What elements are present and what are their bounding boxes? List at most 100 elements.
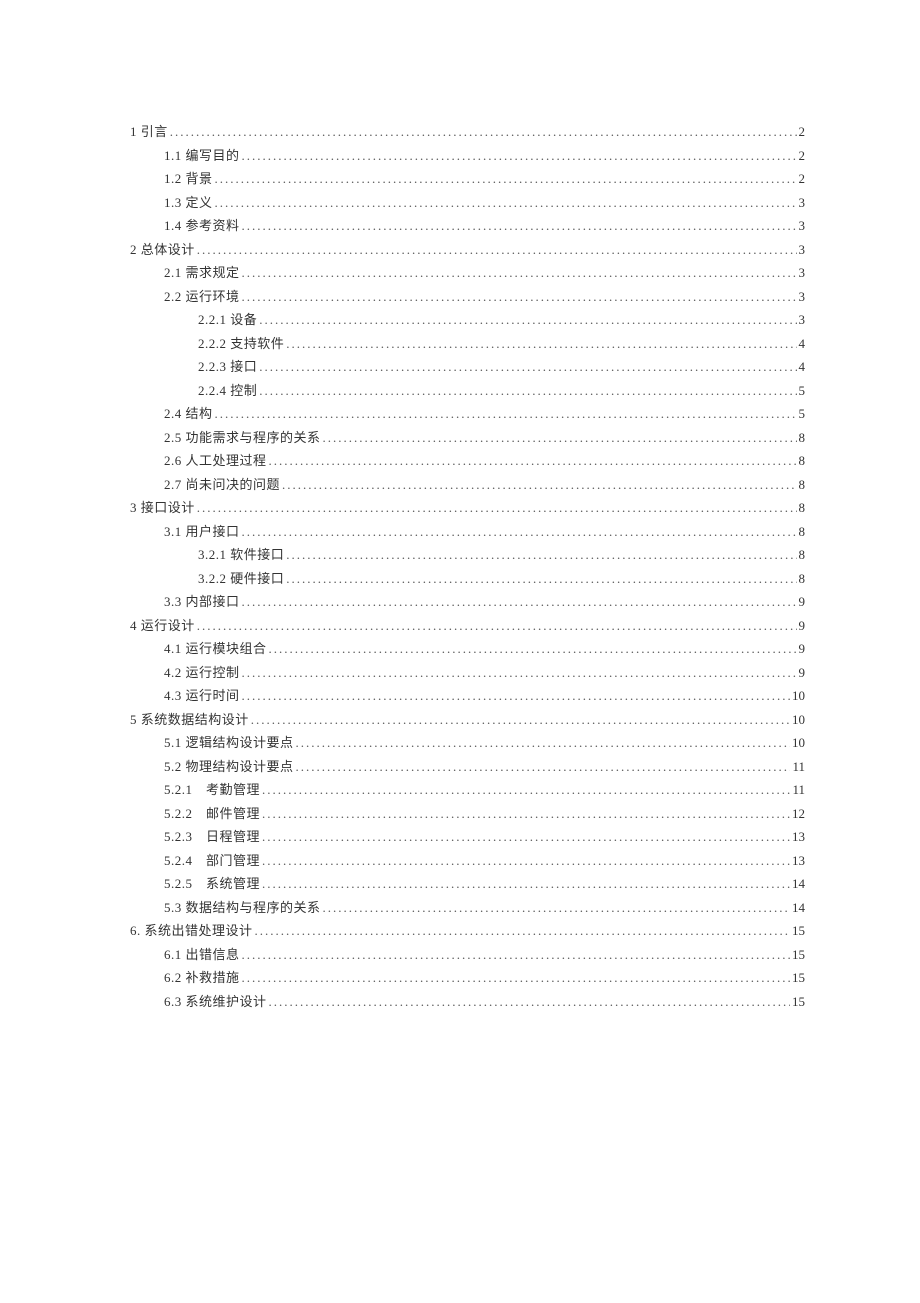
toc-entry[interactable]: 5.2.5 系统管理 14 [130, 872, 805, 896]
toc-entry-label: 4.1 运行模块组合 [164, 637, 267, 661]
toc-entry-page: 3 [799, 285, 806, 309]
toc-entry[interactable]: 5.2.3 日程管理 13 [130, 825, 805, 849]
toc-leader-dots [286, 543, 796, 567]
toc-entry[interactable]: 5.2.2 邮件管理 12 [130, 802, 805, 826]
toc-entry-label: 2.7 尚未问决的问题 [164, 473, 280, 497]
toc-entry-page: 10 [792, 731, 805, 755]
toc-entry-page: 14 [792, 872, 805, 896]
toc-leader-dots [269, 990, 790, 1014]
toc-entry[interactable]: 5.2 物理结构设计要点 11 [130, 755, 805, 779]
toc-entry-page: 11 [792, 755, 805, 779]
toc-entry-label: 3.1 用户接口 [164, 520, 240, 544]
toc-leader-dots [242, 261, 797, 285]
toc-leader-dots [269, 637, 797, 661]
toc-entry-label: 5.2.2 邮件管理 [164, 802, 260, 826]
toc-entry[interactable]: 2.2.2 支持软件 4 [130, 332, 805, 356]
toc-entry[interactable]: 2.2 运行环境3 [130, 285, 805, 309]
toc-entry[interactable]: 3.2.1 软件接口 8 [130, 543, 805, 567]
toc-entry-label: 2.2.3 接口 [198, 355, 257, 379]
toc-entry-label: 2.2.2 支持软件 [198, 332, 284, 356]
toc-entry[interactable]: 2.1 需求规定3 [130, 261, 805, 285]
toc-leader-dots [242, 661, 797, 685]
toc-entry[interactable]: 6.1 出错信息 15 [130, 943, 805, 967]
toc-entry[interactable]: 4 运行设计 9 [130, 614, 805, 638]
toc-entry-page: 2 [799, 144, 806, 168]
toc-entry[interactable]: 2.4 结构5 [130, 402, 805, 426]
toc-entry[interactable]: 1 引言2 [130, 120, 805, 144]
toc-entry-label: 2.4 结构 [164, 402, 213, 426]
toc-entry[interactable]: 2.5 功能需求与程序的关系 8 [130, 426, 805, 450]
toc-leader-dots [197, 614, 797, 638]
toc-leader-dots [255, 919, 790, 943]
toc-leader-dots [259, 379, 796, 403]
toc-entry[interactable]: 3 接口设计 8 [130, 496, 805, 520]
toc-entry-page: 2 [799, 167, 806, 191]
toc-entry-label: 1.2 背景 [164, 167, 213, 191]
toc-entry-label: 6.1 出错信息 [164, 943, 240, 967]
toc-entry[interactable]: 1.1 编写目的 2 [130, 144, 805, 168]
toc-entry[interactable]: 1.2 背景 2 [130, 167, 805, 191]
toc-entry[interactable]: 2.7 尚未问决的问题8 [130, 473, 805, 497]
toc-entry-page: 8 [799, 543, 806, 567]
toc-entry[interactable]: 5.1 逻辑结构设计要点 10 [130, 731, 805, 755]
toc-entry[interactable]: 4.2 运行控制 9 [130, 661, 805, 685]
toc-entry[interactable]: 5.2.1 考勤管理 11 [130, 778, 805, 802]
toc-entry-label: 3.3 内部接口 [164, 590, 240, 614]
toc-leader-dots [242, 966, 790, 990]
toc-entry-page: 8 [799, 567, 806, 591]
toc-entry-page: 3 [799, 214, 806, 238]
toc-entry-page: 10 [792, 708, 805, 732]
toc-entry-page: 13 [792, 849, 805, 873]
toc-entry[interactable]: 2.2.4 控制5 [130, 379, 805, 403]
toc-entry[interactable]: 4.3 运行时间 10 [130, 684, 805, 708]
toc-entry-page: 8 [799, 496, 806, 520]
toc-entry-label: 3 接口设计 [130, 496, 195, 520]
toc-entry[interactable]: 2.6 人工处理过程 8 [130, 449, 805, 473]
toc-entry[interactable]: 4.1 运行模块组合 9 [130, 637, 805, 661]
toc-entry[interactable]: 1.3 定义3 [130, 191, 805, 215]
toc-entry[interactable]: 1.4 参考资料3 [130, 214, 805, 238]
toc-entry-page: 8 [799, 449, 806, 473]
toc-entry-label: 2.2.1 设备 [198, 308, 257, 332]
toc-entry[interactable]: 6. 系统出错处理设计 15 [130, 919, 805, 943]
toc-entry-page: 11 [792, 778, 805, 802]
toc-entry-label: 4.2 运行控制 [164, 661, 240, 685]
toc-entry-page: 3 [799, 191, 806, 215]
toc-entry-page: 3 [799, 308, 806, 332]
toc-leader-dots [296, 731, 790, 755]
toc-entry[interactable]: 2.2.3 接口 4 [130, 355, 805, 379]
toc-entry[interactable]: 3.1 用户接口 8 [130, 520, 805, 544]
toc-entry-page: 15 [792, 990, 805, 1014]
toc-entry-label: 4 运行设计 [130, 614, 195, 638]
toc-entry[interactable]: 6.3 系统维护设计 15 [130, 990, 805, 1014]
toc-entry-label: 6.3 系统维护设计 [164, 990, 267, 1014]
toc-entry[interactable]: 5 系统数据结构设计 10 [130, 708, 805, 732]
toc-entry-label: 2.6 人工处理过程 [164, 449, 267, 473]
toc-entry[interactable]: 6.2 补救措施 15 [130, 966, 805, 990]
toc-entry[interactable]: 5.2.4 部门管理 13 [130, 849, 805, 873]
toc-entry[interactable]: 3.2.2 硬件接口 8 [130, 567, 805, 591]
toc-leader-dots [242, 144, 797, 168]
toc-entry-label: 5.2.5 系统管理 [164, 872, 260, 896]
toc-leader-dots [197, 496, 797, 520]
toc-entry[interactable]: 2 总体设计3 [130, 238, 805, 262]
toc-entry-page: 4 [799, 332, 806, 356]
toc-leader-dots [262, 802, 790, 826]
toc-entry-label: 2.1 需求规定 [164, 261, 240, 285]
toc-entry[interactable]: 2.2.1 设备 3 [130, 308, 805, 332]
toc-entry-page: 9 [799, 661, 806, 685]
toc-entry-page: 10 [792, 684, 805, 708]
toc-entry-page: 9 [799, 614, 806, 638]
toc-leader-dots [170, 120, 797, 144]
toc-entry-label: 2.2.4 控制 [198, 379, 257, 403]
toc-entry-label: 1.1 编写目的 [164, 144, 240, 168]
toc-entry-label: 4.3 运行时间 [164, 684, 240, 708]
toc-entry-label: 1 引言 [130, 120, 168, 144]
toc-entry-label: 5.3 数据结构与程序的关系 [164, 896, 321, 920]
toc-leader-dots [251, 708, 790, 732]
toc-entry[interactable]: 5.3 数据结构与程序的关系 14 [130, 896, 805, 920]
toc-leader-dots [282, 473, 796, 497]
toc-entry[interactable]: 3.3 内部接口 9 [130, 590, 805, 614]
toc-entry-page: 9 [799, 637, 806, 661]
toc-entry-label: 5.2.4 部门管理 [164, 849, 260, 873]
